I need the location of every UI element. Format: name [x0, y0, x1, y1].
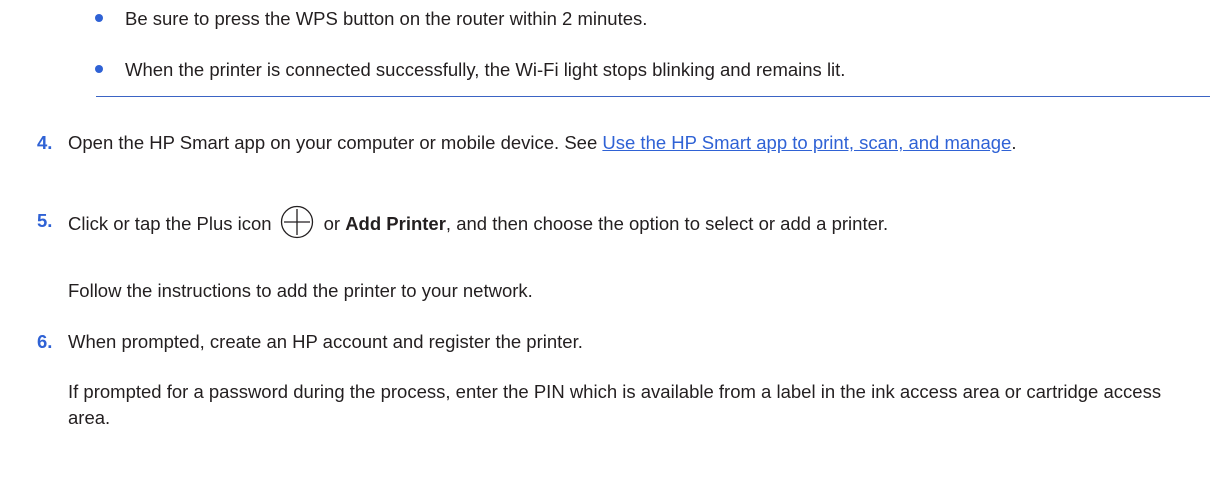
step-number: 6. [37, 331, 53, 352]
bullet-item: When the printer is connected successful… [95, 57, 845, 83]
bullet-dot [95, 14, 103, 22]
bullet-item: Be sure to press the WPS button on the r… [95, 6, 647, 32]
bullet-text: When the printer is connected successful… [125, 59, 846, 80]
step-5-followup: Follow the instructions to add the print… [68, 280, 533, 301]
step-text-end: , and then choose the option to select o… [445, 212, 889, 234]
step-text-or: or [323, 212, 341, 234]
add-printer-label: Add Printer [345, 212, 446, 234]
section-divider [96, 96, 1210, 97]
step-number: 4. [37, 132, 53, 153]
step-text-end: . [1011, 132, 1017, 153]
document-page: Be sure to press the WPS button on the r… [0, 0, 1215, 479]
bullet-dot [95, 65, 103, 73]
step-text-start: Open the HP Smart app on your computer o… [68, 132, 603, 153]
plus-circle-icon [280, 205, 314, 239]
step-6-followup: If prompted for a password during the pr… [68, 381, 1162, 428]
bullet-text: Be sure to press the WPS button on the r… [125, 8, 648, 29]
step-number: 5. [37, 210, 53, 231]
step-text-start: Click or tap the Plus icon [68, 212, 272, 234]
step-text: Open the HP Smart app on your computer o… [68, 130, 1207, 156]
hp-smart-app-link[interactable]: Use the HP Smart app to print, scan, and… [602, 132, 1011, 153]
step-text: Click or tap the Plus icon or Add Printer… [68, 205, 1207, 242]
step-text: When prompted, create an HP account and … [68, 331, 583, 352]
